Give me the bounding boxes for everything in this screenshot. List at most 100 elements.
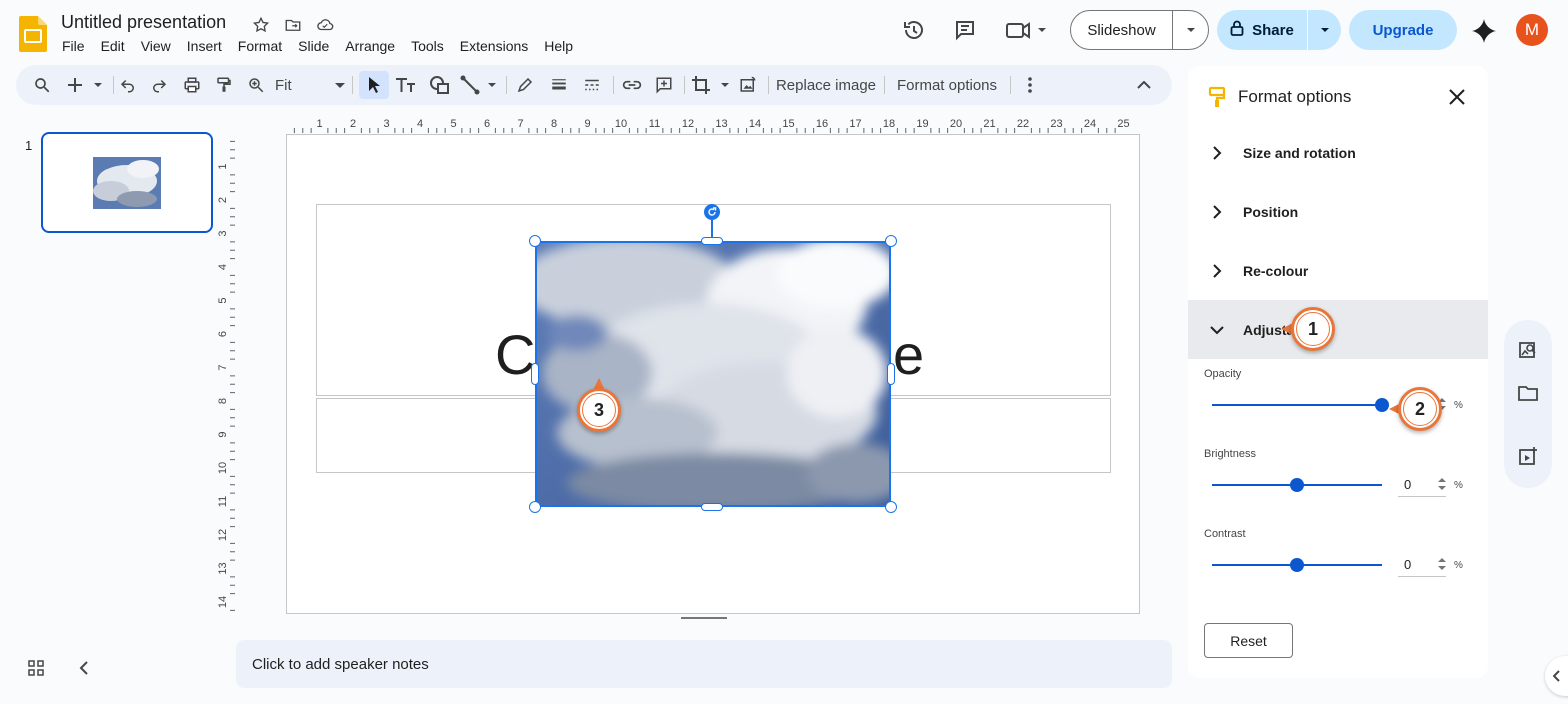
vertical-ruler[interactable]: 1234567891011121314 bbox=[218, 133, 235, 613]
resize-handle-bottom[interactable] bbox=[701, 503, 723, 511]
undo-icon[interactable] bbox=[116, 73, 140, 97]
image-search-icon[interactable] bbox=[1516, 338, 1540, 362]
crop-image-icon[interactable] bbox=[691, 73, 731, 97]
menu-arrange[interactable]: Arrange bbox=[345, 38, 403, 54]
panel-title: Format options bbox=[1238, 87, 1352, 106]
section-recolour[interactable]: Re-colour bbox=[1188, 241, 1488, 300]
rotate-handle-icon[interactable] bbox=[704, 204, 720, 220]
resize-handle-top-left[interactable] bbox=[529, 235, 541, 247]
comments-icon[interactable] bbox=[951, 16, 979, 44]
menu-file[interactable]: File bbox=[62, 38, 93, 54]
cloud-picture bbox=[537, 243, 889, 505]
opacity-slider[interactable] bbox=[1212, 398, 1389, 412]
text-box-icon[interactable] bbox=[393, 73, 419, 97]
share-button[interactable]: Share bbox=[1217, 10, 1308, 50]
resize-handle-bottom-left[interactable] bbox=[529, 501, 541, 513]
slideshow-button[interactable]: Slideshow bbox=[1071, 11, 1173, 49]
ruler-label: 7 bbox=[517, 118, 523, 130]
contrast-slider[interactable] bbox=[1212, 558, 1382, 572]
brightness-stepper-icon[interactable] bbox=[1437, 476, 1447, 492]
step-marker-label: 2 bbox=[1403, 392, 1437, 426]
format-options-button[interactable]: Format options bbox=[894, 73, 1000, 97]
menu-insert[interactable]: Insert bbox=[187, 38, 230, 54]
ruler-label: 12 bbox=[218, 529, 229, 541]
menu-tools[interactable]: Tools bbox=[411, 38, 452, 54]
opacity-slider-thumb[interactable] bbox=[1375, 398, 1389, 412]
resize-handle-top[interactable] bbox=[701, 237, 723, 245]
search-menus-icon[interactable] bbox=[30, 73, 54, 97]
grid-view-icon[interactable] bbox=[24, 656, 48, 680]
account-avatar[interactable]: M bbox=[1516, 14, 1548, 46]
share-dropdown-icon[interactable] bbox=[1308, 10, 1341, 50]
add-media-icon[interactable] bbox=[1516, 444, 1540, 468]
menu-view[interactable]: View bbox=[141, 38, 179, 54]
meet-video-icon[interactable] bbox=[1005, 16, 1049, 44]
menu-edit[interactable]: Edit bbox=[101, 38, 133, 54]
line-tool-icon[interactable] bbox=[460, 73, 500, 97]
menu-bar: File Edit View Insert Format Slide Arran… bbox=[62, 38, 589, 54]
opacity-label: Opacity bbox=[1204, 368, 1242, 380]
paint-format-icon[interactable] bbox=[212, 73, 236, 97]
section-adjustments[interactable]: Adjusta bbox=[1188, 300, 1488, 359]
collapse-toolbar-icon[interactable] bbox=[1132, 73, 1156, 97]
gemini-sparkle-icon[interactable] bbox=[1471, 18, 1497, 44]
contrast-stepper-icon[interactable] bbox=[1437, 556, 1447, 572]
menu-help[interactable]: Help bbox=[544, 38, 581, 54]
new-slide-icon[interactable] bbox=[66, 73, 106, 97]
zoom-icon[interactable] bbox=[244, 73, 268, 97]
menu-extensions[interactable]: Extensions bbox=[460, 38, 536, 54]
cloud-status-icon[interactable] bbox=[314, 14, 336, 36]
shape-icon[interactable] bbox=[427, 73, 453, 97]
ruler-label: 5 bbox=[218, 297, 229, 303]
expand-side-panel-icon[interactable] bbox=[1545, 656, 1568, 696]
document-title[interactable]: Untitled presentation bbox=[61, 12, 226, 33]
folder-icon[interactable] bbox=[1516, 381, 1540, 405]
insert-link-icon[interactable] bbox=[620, 73, 644, 97]
print-icon[interactable] bbox=[180, 73, 204, 97]
slide-thumbnail[interactable] bbox=[41, 132, 213, 233]
zoom-select[interactable]: Fit bbox=[275, 73, 345, 97]
notes-resize-grip[interactable] bbox=[681, 617, 727, 619]
collapse-filmstrip-icon[interactable] bbox=[72, 656, 96, 680]
speaker-notes[interactable]: Click to add speaker notes bbox=[236, 640, 1172, 688]
upgrade-button[interactable]: Upgrade bbox=[1349, 10, 1457, 50]
contrast-slider-thumb[interactable] bbox=[1290, 558, 1304, 572]
border-weight-icon[interactable] bbox=[547, 73, 571, 97]
move-folder-icon[interactable] bbox=[282, 14, 304, 36]
reset-image-icon[interactable] bbox=[736, 73, 760, 97]
brightness-slider[interactable] bbox=[1212, 478, 1382, 492]
resize-handle-top-right[interactable] bbox=[885, 235, 897, 247]
ruler-label: 9 bbox=[218, 431, 229, 437]
horizontal-ruler[interactable]: 1 2 3 4 5 6 7 8 9 10 11 12 13 14 15 16 17 18 19 20 21 22 23 24 2… bbox=[234, 116, 1171, 133]
section-label: Size and rotation bbox=[1243, 144, 1356, 161]
resize-handle-bottom-right[interactable] bbox=[885, 501, 897, 513]
close-icon[interactable] bbox=[1446, 86, 1468, 108]
section-size-and-rotation[interactable]: Size and rotation bbox=[1188, 123, 1488, 182]
ruler-label: 13 bbox=[218, 562, 229, 574]
section-position[interactable]: Position bbox=[1188, 182, 1488, 241]
ruler-label: 8 bbox=[551, 118, 557, 130]
add-comment-icon[interactable] bbox=[652, 73, 676, 97]
ruler-label: 10 bbox=[615, 118, 627, 130]
menu-slide[interactable]: Slide bbox=[298, 38, 337, 54]
chevron-right-icon bbox=[1213, 145, 1222, 160]
resize-handle-left[interactable] bbox=[531, 363, 539, 385]
slides-logo[interactable] bbox=[19, 16, 47, 52]
replace-image-button[interactable]: Replace image bbox=[776, 73, 876, 97]
ruler-label: 6 bbox=[218, 331, 229, 337]
brightness-slider-thumb[interactable] bbox=[1290, 478, 1304, 492]
more-options-icon[interactable] bbox=[1018, 73, 1042, 97]
version-history-icon[interactable] bbox=[900, 16, 928, 44]
redo-icon[interactable] bbox=[147, 73, 171, 97]
selected-cloud-image[interactable] bbox=[535, 241, 891, 507]
ruler-label: 22 bbox=[1017, 118, 1029, 130]
star-icon[interactable] bbox=[250, 14, 272, 36]
border-dash-icon[interactable] bbox=[580, 73, 604, 97]
ruler-label: 16 bbox=[816, 118, 828, 130]
select-tool-icon[interactable] bbox=[359, 71, 389, 99]
border-color-icon[interactable] bbox=[513, 73, 537, 97]
menu-format[interactable]: Format bbox=[238, 38, 290, 54]
reset-button[interactable]: Reset bbox=[1204, 623, 1293, 658]
slideshow-dropdown-icon[interactable] bbox=[1173, 11, 1208, 49]
resize-handle-right[interactable] bbox=[887, 363, 895, 385]
